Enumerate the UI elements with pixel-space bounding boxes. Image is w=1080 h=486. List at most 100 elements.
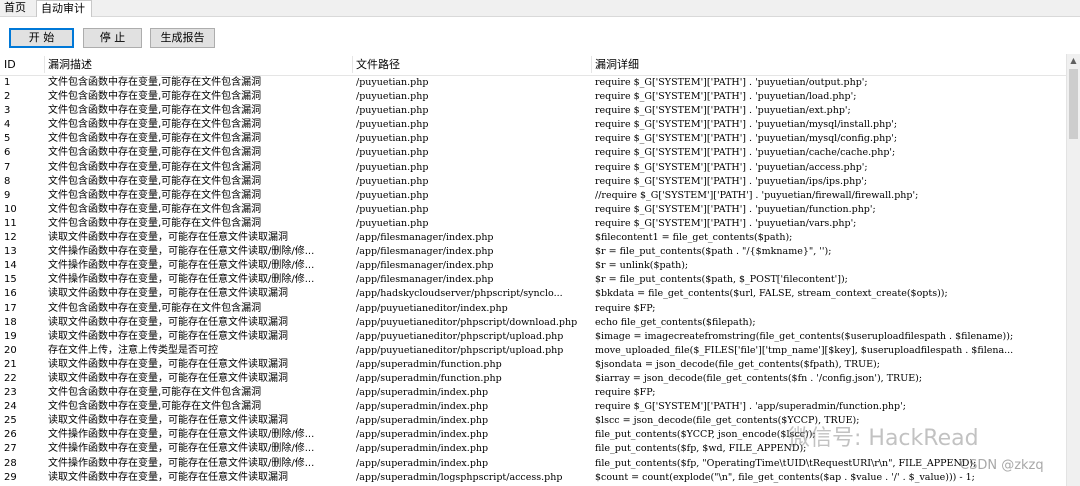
table-row[interactable]: 27 文件操作函数中存在变量，可能存在任意文件读取/删除/修... /app/sup… [0,442,1066,456]
row-id: 23 [4,387,17,399]
table-row[interactable]: 17 文件包含函数中存在变量,可能存在文件包含漏洞/app/puyuetianed… [0,302,1066,316]
row-description: 文件包含函数中存在变量,可能存在文件包含漏洞 [48,401,262,413]
row-detail: require $_G['SYSTEM']['PATH'] . 'puyueti… [595,119,898,131]
row-detail: require $_G['SYSTEM']['PATH'] . 'puyueti… [595,133,898,145]
row-detail: $r = unlink($path); [595,260,689,272]
results-list[interactable]: ID 漏洞描述 文件路径 漏洞详细 1 文件包含函数中存在变量,可能存在文件包含漏… [0,54,1066,486]
row-description: 文件包含函数中存在变量,可能存在文件包含漏洞 [48,91,262,103]
row-description: 文件操作函数中存在变量，可能存在任意文件读取/删除/修... [48,246,315,258]
row-description: 文件操作函数中存在变量，可能存在任意文件读取/删除/修... [48,274,315,286]
row-id: 27 [4,443,17,455]
row-detail: $r = file_put_contents($path, $_POST['fi… [595,274,848,286]
row-id: 25 [4,415,17,427]
scrollbar-thumb[interactable] [1069,69,1078,139]
row-id: 20 [4,344,17,356]
list-rows: 1 文件包含函数中存在变量,可能存在文件包含漏洞/puyuetian.php req… [0,76,1066,485]
row-description: 文件包含函数中存在变量,可能存在文件包含漏洞 [48,77,262,88]
table-row[interactable]: 24 文件包含函数中存在变量,可能存在文件包含漏洞/app/superadmin/… [0,400,1066,414]
row-description: 文件操作函数中存在变量，可能存在任意文件读取/删除/修... [48,260,315,272]
table-row[interactable]: 2 文件包含函数中存在变量,可能存在文件包含漏洞/puyuetian.php req… [0,90,1066,104]
row-file-path: /puyuetian.php [356,161,429,173]
row-file-path: /puyuetian.php [356,105,429,117]
table-row[interactable]: 14 文件操作函数中存在变量，可能存在任意文件读取/删除/修... /app/fil… [0,259,1066,273]
row-file-path: /app/hadskycloudserver/phpscript/synclo.… [356,288,563,300]
table-row[interactable]: 13 文件操作函数中存在变量，可能存在任意文件读取/删除/修... /app/fil… [0,245,1066,259]
row-detail: require $_G['SYSTEM']['PATH'] . 'puyueti… [595,217,857,229]
vertical-scrollbar[interactable]: ▲ [1066,54,1080,486]
row-description: 文件包含函数中存在变量,可能存在文件包含漏洞 [48,217,262,229]
tab-auto-audit[interactable]: 自动审计 [36,0,92,17]
row-id: 9 [4,189,11,201]
row-id: 11 [4,217,17,229]
row-description: 文件包含函数中存在变量,可能存在文件包含漏洞 [48,203,262,215]
row-description: 文件包含函数中存在变量,可能存在文件包含漏洞 [48,105,262,117]
row-id: 1 [4,77,11,88]
generate-report-button[interactable]: 生成报告 [150,28,215,48]
table-row[interactable]: 16 读取文件函数中存在变量，可能存在任意文件读取漏洞/app/hadskyclo… [0,287,1066,301]
table-row[interactable]: 18 读取文件函数中存在变量，可能存在任意文件读取漏洞/app/puyuetian… [0,316,1066,330]
row-description: 文件包含函数中存在变量,可能存在文件包含漏洞 [48,133,262,145]
table-row[interactable]: 26 文件操作函数中存在变量，可能存在任意文件读取/删除/修... /app/sup… [0,428,1066,442]
table-row[interactable]: 29 读取文件函数中存在变量，可能存在任意文件读取漏洞/app/superadmi… [0,471,1066,485]
stop-button[interactable]: 停 止 [83,28,142,48]
column-header-detail[interactable]: 漏洞详细 [591,54,1066,75]
start-button[interactable]: 开 始 [9,28,74,48]
table-row[interactable]: 28 文件操作函数中存在变量，可能存在任意文件读取/删除/修... /app/sup… [0,457,1066,471]
row-id: 28 [4,457,17,469]
row-detail: $r = file_put_contents($path . "/{$mknam… [595,246,832,258]
column-header-file-path[interactable]: 文件路径 [352,54,591,75]
table-row[interactable]: 1 文件包含函数中存在变量,可能存在文件包含漏洞/puyuetian.php req… [0,76,1066,90]
row-detail: require $FP; [595,302,656,314]
table-row[interactable]: 7 文件包含函数中存在变量,可能存在文件包含漏洞/puyuetian.php req… [0,161,1066,175]
row-id: 2 [4,91,11,103]
row-detail: $bkdata = file_get_contents($url, FALSE,… [595,288,948,300]
table-row[interactable]: 19 读取文件函数中存在变量，可能存在任意文件读取漏洞/app/puyuetian… [0,330,1066,344]
row-description: 文件操作函数中存在变量，可能存在任意文件读取/删除/修... [48,429,315,441]
row-detail: $iarray = json_decode(file_get_contents(… [595,372,923,384]
table-row[interactable]: 20 存在文件上传，注意上传类型是否可控/app/puyuetianeditor/… [0,344,1066,358]
row-id: 21 [4,358,17,370]
tab-bar: 首页 自动审计 [0,0,1080,17]
row-id: 19 [4,330,17,342]
row-description: 存在文件上传，注意上传类型是否可控 [48,344,218,356]
row-file-path: /puyuetian.php [356,189,429,201]
row-id: 6 [4,147,11,159]
row-description: 读取文件函数中存在变量，可能存在任意文件读取漏洞 [48,232,288,244]
row-description: 读取文件函数中存在变量，可能存在任意文件读取漏洞 [48,330,288,342]
table-row[interactable]: 22 读取文件函数中存在变量，可能存在任意文件读取漏洞/app/superadmi… [0,372,1066,386]
table-row[interactable]: 12 读取文件函数中存在变量，可能存在任意文件读取漏洞/app/filesmana… [0,231,1066,245]
chevron-up-icon[interactable]: ▲ [1067,54,1080,68]
table-row[interactable]: 11 文件包含函数中存在变量,可能存在文件包含漏洞/puyuetian.php re… [0,217,1066,231]
row-detail: require $_G['SYSTEM']['PATH'] . 'puyueti… [595,105,851,117]
row-file-path: /puyuetian.php [356,77,429,88]
column-header-id[interactable]: ID [0,54,44,75]
table-row[interactable]: 25 读取文件函数中存在变量，可能存在任意文件读取漏洞/app/superadmi… [0,414,1066,428]
table-row[interactable]: 3 文件包含函数中存在变量,可能存在文件包含漏洞/puyuetian.php req… [0,104,1066,118]
row-id: 24 [4,401,17,413]
table-row[interactable]: 5 文件包含函数中存在变量,可能存在文件包含漏洞/puyuetian.php req… [0,132,1066,146]
table-row[interactable]: 15 文件操作函数中存在变量，可能存在任意文件读取/删除/修... /app/fil… [0,273,1066,287]
row-detail: $jsondata = json_decode(file_get_content… [595,358,880,370]
row-id: 15 [4,274,17,286]
row-id: 5 [4,133,11,145]
row-id: 8 [4,175,11,187]
row-file-path: /app/puyuetianeditor/phpscript/download.… [356,316,578,328]
row-file-path: /app/filesmanager/index.php [356,232,494,244]
table-row[interactable]: 10 文件包含函数中存在变量,可能存在文件包含漏洞/puyuetian.php re… [0,203,1066,217]
row-detail: move_uploaded_file($_FILES['file']['tmp_… [595,344,1014,356]
row-file-path: /puyuetian.php [356,217,429,229]
table-row[interactable]: 8 文件包含函数中存在变量,可能存在文件包含漏洞/puyuetian.php req… [0,175,1066,189]
column-header-description[interactable]: 漏洞描述 [44,54,352,75]
row-description: 读取文件函数中存在变量，可能存在任意文件读取漏洞 [48,415,288,427]
tab-home[interactable]: 首页 [0,0,34,16]
row-file-path: /puyuetian.php [356,147,429,159]
table-row[interactable]: 9 文件包含函数中存在变量,可能存在文件包含漏洞/puyuetian.php //r… [0,189,1066,203]
table-row[interactable]: 23 文件包含函数中存在变量,可能存在文件包含漏洞/app/superadmin/… [0,386,1066,400]
table-row[interactable]: 6 文件包含函数中存在变量,可能存在文件包含漏洞/puyuetian.php req… [0,146,1066,160]
row-file-path: /app/filesmanager/index.php [356,246,494,258]
table-row[interactable]: 4 文件包含函数中存在变量,可能存在文件包含漏洞/puyuetian.php req… [0,118,1066,132]
row-file-path: /app/superadmin/index.php [356,387,489,399]
row-description: 文件包含函数中存在变量,可能存在文件包含漏洞 [48,175,262,187]
row-id: 12 [4,232,17,244]
table-row[interactable]: 21 读取文件函数中存在变量，可能存在任意文件读取漏洞/app/superadmi… [0,358,1066,372]
